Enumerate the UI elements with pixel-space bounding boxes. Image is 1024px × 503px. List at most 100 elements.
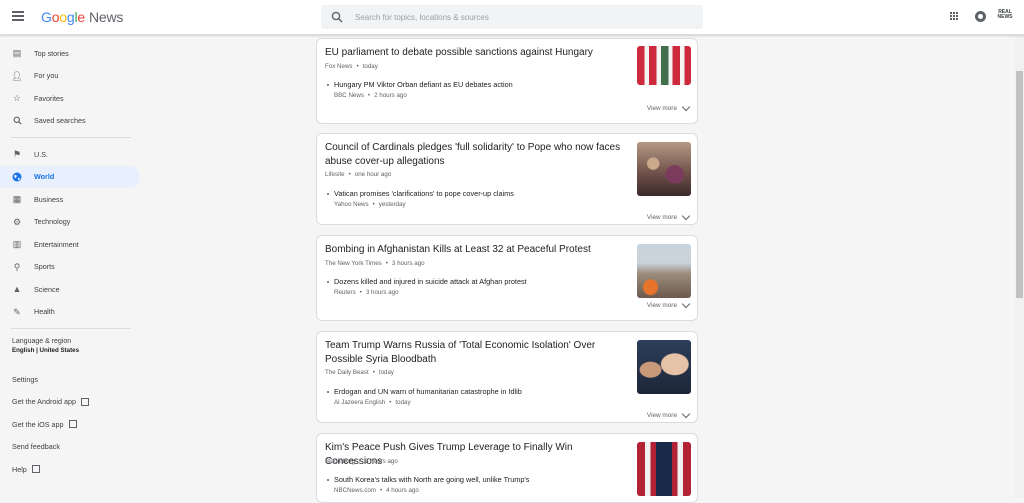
sidebar-item-label: World — [34, 172, 55, 182]
chevron-down-icon — [681, 409, 691, 419]
story-thumbnail[interactable] — [637, 142, 691, 196]
sidebar-item-entertainment[interactable]: ▥ Entertainment — [0, 233, 140, 256]
story-meta: The New York Times • 3 hours ago — [325, 260, 425, 267]
language-value: English | United States — [12, 347, 80, 354]
sidebar-item-label: Favorites — [34, 93, 64, 103]
external-link-icon — [31, 465, 40, 474]
chevron-down-icon — [681, 211, 691, 221]
related-time: today — [395, 399, 411, 406]
related-source[interactable]: Reuters — [334, 289, 356, 296]
story-thumbnail[interactable] — [637, 340, 691, 394]
account-icon[interactable] — [975, 11, 986, 22]
google-news-logo[interactable]: Google News — [41, 9, 123, 25]
health-icon: ✎ — [13, 306, 21, 317]
sidebar-divider — [11, 328, 131, 329]
story-meta: Fox News • today — [325, 63, 378, 70]
related-story-title[interactable]: Erdogan and UN warn of humanitarian cata… — [327, 387, 522, 396]
help-label: Help — [12, 464, 27, 474]
logo-news-text: News — [89, 9, 124, 25]
story-thumbnail[interactable] — [637, 244, 691, 298]
view-more-button[interactable]: View more — [646, 409, 691, 419]
sidebar-item-world[interactable]: World — [0, 165, 140, 188]
newspaper-icon: ▤ — [12, 48, 22, 59]
story-title[interactable]: Bombing in Afghanistan Kills at Least 32… — [325, 243, 625, 257]
brand-logo[interactable]: REAL NEWS — [996, 10, 1014, 20]
sidebar-item-favorites[interactable]: ☆ Favorites — [0, 87, 140, 110]
ios-app-link[interactable]: Get the iOS app — [0, 413, 140, 436]
sidebar-item-label: Entertainment — [34, 239, 79, 249]
sidebar-item-label: Health — [34, 307, 55, 317]
related-source[interactable]: Al Jazeera English — [334, 399, 385, 406]
sidebar-item-science[interactable]: ▲ Science — [0, 278, 140, 301]
story-source[interactable]: The New York Times — [325, 260, 382, 267]
scrollbar-thumb[interactable] — [1016, 71, 1023, 298]
sidebar-item-label: Sports — [34, 262, 55, 272]
ios-label: Get the iOS app — [12, 419, 64, 429]
building-icon: ▦ — [12, 194, 22, 205]
menu-icon[interactable] — [12, 11, 24, 21]
story-time: 3 hours ago — [391, 260, 425, 267]
story-meta: The Daily Beast • today — [325, 369, 394, 376]
language-region[interactable]: Language & region English | United State… — [0, 334, 140, 368]
view-more-button[interactable]: View more — [647, 299, 691, 309]
view-more-label: View more — [646, 214, 677, 221]
story-card: Kim's Peace Push Gives Trump Leverage to… — [316, 433, 698, 503]
story-title[interactable]: EU parliament to debate possible sanctio… — [325, 46, 625, 60]
chevron-down-icon — [681, 299, 691, 309]
view-more-button[interactable]: View more — [646, 211, 691, 221]
sidebar-item-saved-searches[interactable]: Saved searches — [0, 110, 140, 133]
story-time: one hour ago — [354, 171, 392, 178]
sidebar-item-sports[interactable]: ⚲ Sports — [0, 256, 140, 279]
story-title[interactable]: Council of Cardinals pledges 'full solid… — [325, 141, 625, 168]
sidebar-item-label: Saved searches — [34, 116, 86, 126]
search-icon — [12, 116, 22, 126]
related-story-title[interactable]: Dozens killed and injured in suicide att… — [327, 277, 527, 286]
search-input[interactable] — [353, 11, 687, 23]
related-story-title[interactable]: Vatican promises 'clarifications' to pop… — [327, 189, 514, 198]
related-story-title[interactable]: South Korea's talks with North are going… — [327, 475, 529, 484]
related-source[interactable]: Yahoo News — [334, 201, 369, 208]
story-source[interactable]: Fox News — [325, 63, 353, 70]
story-thumbnail[interactable] — [637, 46, 691, 85]
related-source[interactable]: BBC News — [334, 92, 364, 99]
sidebar-item-for-you[interactable]: 👤︎ For you — [0, 65, 140, 88]
android-app-link[interactable]: Get the Android app — [0, 391, 140, 414]
sidebar-item-health[interactable]: ✎ Health — [0, 301, 140, 324]
story-source[interactable]: The Daily Beast — [325, 369, 369, 376]
film-icon: ▥ — [12, 239, 22, 250]
sidebar-item-top-stories[interactable]: ▤ Top stories — [0, 42, 140, 65]
top-bar: GoogleNews REAL NEWS — [0, 0, 1024, 35]
language-label: Language & region — [12, 338, 72, 345]
story-source[interactable]: Bloomberg — [325, 458, 355, 465]
related-source[interactable]: NBCNews.com — [334, 487, 376, 494]
logo-letter: G — [41, 9, 52, 25]
sidebar-item-business[interactable]: ▦ Business — [0, 188, 140, 211]
settings-link[interactable]: Settings — [0, 368, 140, 391]
logo-letter: e — [77, 9, 85, 25]
search-box[interactable] — [321, 5, 703, 29]
related-story-meta: Yahoo News • yesterday — [334, 201, 406, 208]
view-more-button[interactable]: View more — [647, 102, 691, 112]
story-source[interactable]: Lifesite — [325, 171, 345, 178]
related-time: 2 hours ago — [374, 92, 407, 99]
story-time: today — [378, 369, 394, 376]
sidebar-item-label: Top stories — [34, 48, 69, 58]
chip-icon: ⚙︎ — [12, 216, 22, 227]
send-feedback-link[interactable]: Send feedback — [0, 436, 140, 459]
sidebar-item-label: U.S. — [34, 149, 48, 159]
related-story-title[interactable]: Hungary PM Viktor Orban defiant as EU de… — [327, 80, 513, 89]
page-scrollbar[interactable] — [1015, 35, 1024, 498]
external-link-icon — [68, 420, 77, 429]
help-link[interactable]: Help — [0, 458, 140, 481]
story-card: Bombing in Afghanistan Kills at Least 32… — [316, 235, 698, 321]
flag-icon: ⚑ — [12, 149, 22, 160]
sidebar-item-label: For you — [34, 71, 59, 81]
sidebar-item-technology[interactable]: ⚙︎ Technology — [0, 211, 140, 234]
external-link-icon — [80, 397, 89, 406]
view-more-label: View more — [646, 412, 677, 419]
related-story-meta: Al Jazeera English • today — [334, 399, 411, 406]
sidebar-item-us[interactable]: ⚑ U.S. — [0, 143, 140, 166]
apps-grid-icon[interactable] — [950, 12, 959, 21]
story-title[interactable]: Team Trump Warns Russia of 'Total Econom… — [325, 339, 625, 366]
story-thumbnail[interactable] — [637, 442, 691, 496]
